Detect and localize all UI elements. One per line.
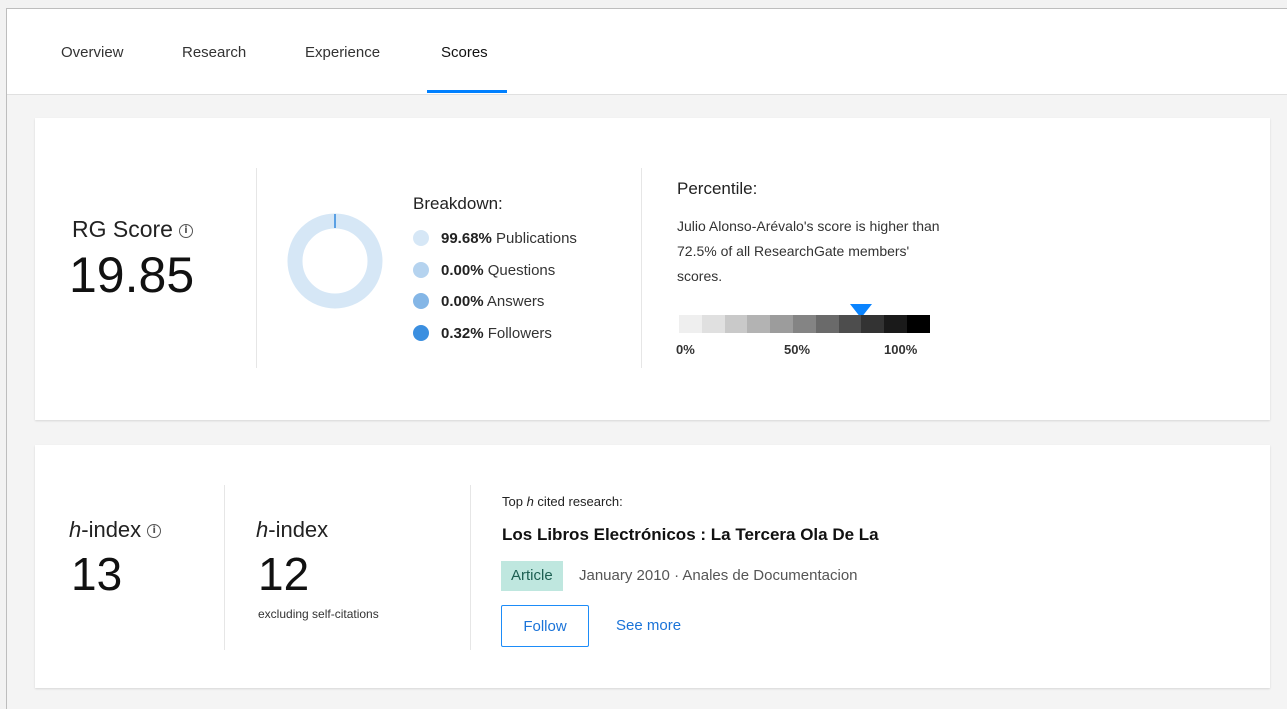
rg-score-heading: RG Score i (72, 216, 193, 243)
divider (641, 168, 642, 368)
divider (470, 485, 471, 650)
top-cited-heading-pre: Top (502, 494, 527, 509)
scale-step (701, 315, 725, 333)
breakdown-pct: 0.00% (441, 262, 484, 279)
legend-dot (413, 293, 429, 310)
info-icon[interactable]: i (147, 524, 162, 539)
scale-step (679, 315, 702, 333)
top-cited-heading: Top h cited research: (502, 494, 623, 509)
scale-step (747, 315, 771, 333)
scale-step (792, 315, 816, 333)
top-cited-heading-italic: h (526, 494, 534, 509)
breakdown-pct: 0.00% (441, 293, 484, 310)
scale-step (906, 315, 930, 333)
tab-research[interactable]: Research (182, 44, 246, 61)
scale-step (838, 315, 862, 333)
legend-dot (413, 230, 429, 247)
h-index-heading: h-index i (69, 517, 162, 543)
legend-dot (413, 325, 429, 342)
breakdown-item-answers: 0.00% Answers (413, 293, 544, 310)
breakdown-pct: 99.68% (441, 230, 492, 247)
tab-overview[interactable]: Overview (61, 44, 124, 61)
scale-label-50: 50% (784, 342, 811, 357)
breakdown-label: Publications (496, 230, 577, 247)
scale-step (884, 315, 907, 333)
top-cited-heading-post: cited research: (533, 494, 623, 509)
breakdown-pct: 0.32% (441, 325, 484, 342)
page-frame: Overview Research Experience Scores RG S… (6, 8, 1287, 709)
h-index-label: -index (81, 517, 142, 542)
scale-step (724, 315, 748, 333)
follow-button[interactable]: Follow (501, 605, 589, 647)
breakdown-item-followers: 0.32% Followers (413, 325, 552, 342)
h-index-excl-label-italic: h (256, 517, 269, 542)
scale-step (770, 315, 793, 333)
publication-type-badge: Article (501, 561, 563, 591)
breakdown-item-publications: 99.68% Publications (413, 230, 577, 247)
breakdown-item-questions: 0.00% Questions (413, 262, 555, 279)
percentile-scale (679, 315, 930, 333)
donut-ring-publications (287, 213, 383, 309)
tab-experience[interactable]: Experience (305, 44, 380, 61)
profile-tabs: Overview Research Experience Scores (7, 9, 1287, 95)
active-tab-indicator (427, 90, 507, 93)
breakdown-title: Breakdown: (413, 194, 503, 213)
info-icon[interactable]: i (178, 223, 193, 238)
percentile-title: Percentile: (677, 179, 758, 198)
tab-scores[interactable]: Scores (441, 44, 488, 61)
divider (224, 485, 225, 650)
scale-label-100: 100% (884, 342, 918, 357)
breakdown-label: Questions (487, 262, 556, 279)
rg-score-value: 19.85 (69, 247, 195, 303)
h-index-excl-value: 12 (258, 548, 310, 600)
rg-score-label: RG Score (72, 216, 173, 242)
breakdown-donut-chart (287, 213, 383, 309)
breakdown-label: Answers (486, 293, 545, 310)
publication-title[interactable]: Los Libros Electrónicos : La Tercera Ola… (502, 525, 879, 545)
legend-dot (413, 262, 429, 279)
h-index-excl-caption: excluding self-citations (258, 607, 379, 621)
see-more-link[interactable]: See more (616, 617, 681, 634)
scale-step (861, 315, 885, 333)
publication-meta: January 2010 · Anales de Documentacion (579, 567, 858, 584)
h-index-value: 13 (71, 548, 123, 600)
h-index-label-italic: h (69, 517, 82, 542)
percentile-description: Julio Alonso-Arévalo's score is higher t… (677, 218, 940, 284)
h-index-excl-label: -index (268, 517, 329, 542)
scale-step (815, 315, 839, 333)
scale-label-0: 0% (676, 342, 695, 357)
h-index-card: h-index i 13 h-index 12 excluding self-ci… (35, 445, 1270, 688)
rg-score-card: RG Score i 19.85 Breakdown: 99.68% Public… (35, 118, 1270, 420)
divider (256, 168, 257, 368)
h-index-excl-heading: h-index (256, 517, 328, 543)
breakdown-label: Followers (487, 325, 552, 342)
